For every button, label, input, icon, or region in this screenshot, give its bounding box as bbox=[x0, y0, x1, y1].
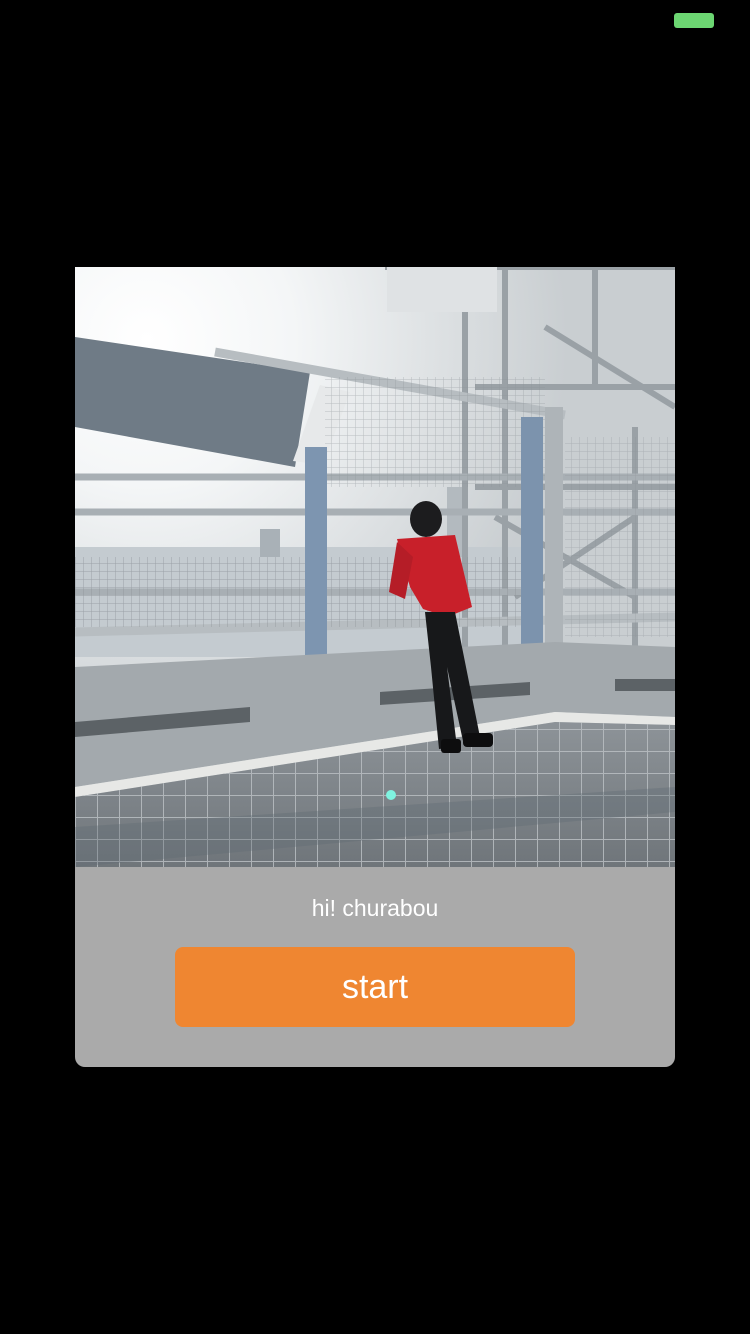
profile-photo bbox=[75, 267, 675, 867]
app-screen: hi! churabou start bbox=[0, 0, 750, 1334]
greeting-text: hi! churabou bbox=[311, 895, 439, 921]
battery-icon bbox=[674, 13, 714, 28]
start-button[interactable]: start bbox=[175, 947, 575, 1027]
welcome-card: hi! churabou start bbox=[75, 267, 675, 1067]
